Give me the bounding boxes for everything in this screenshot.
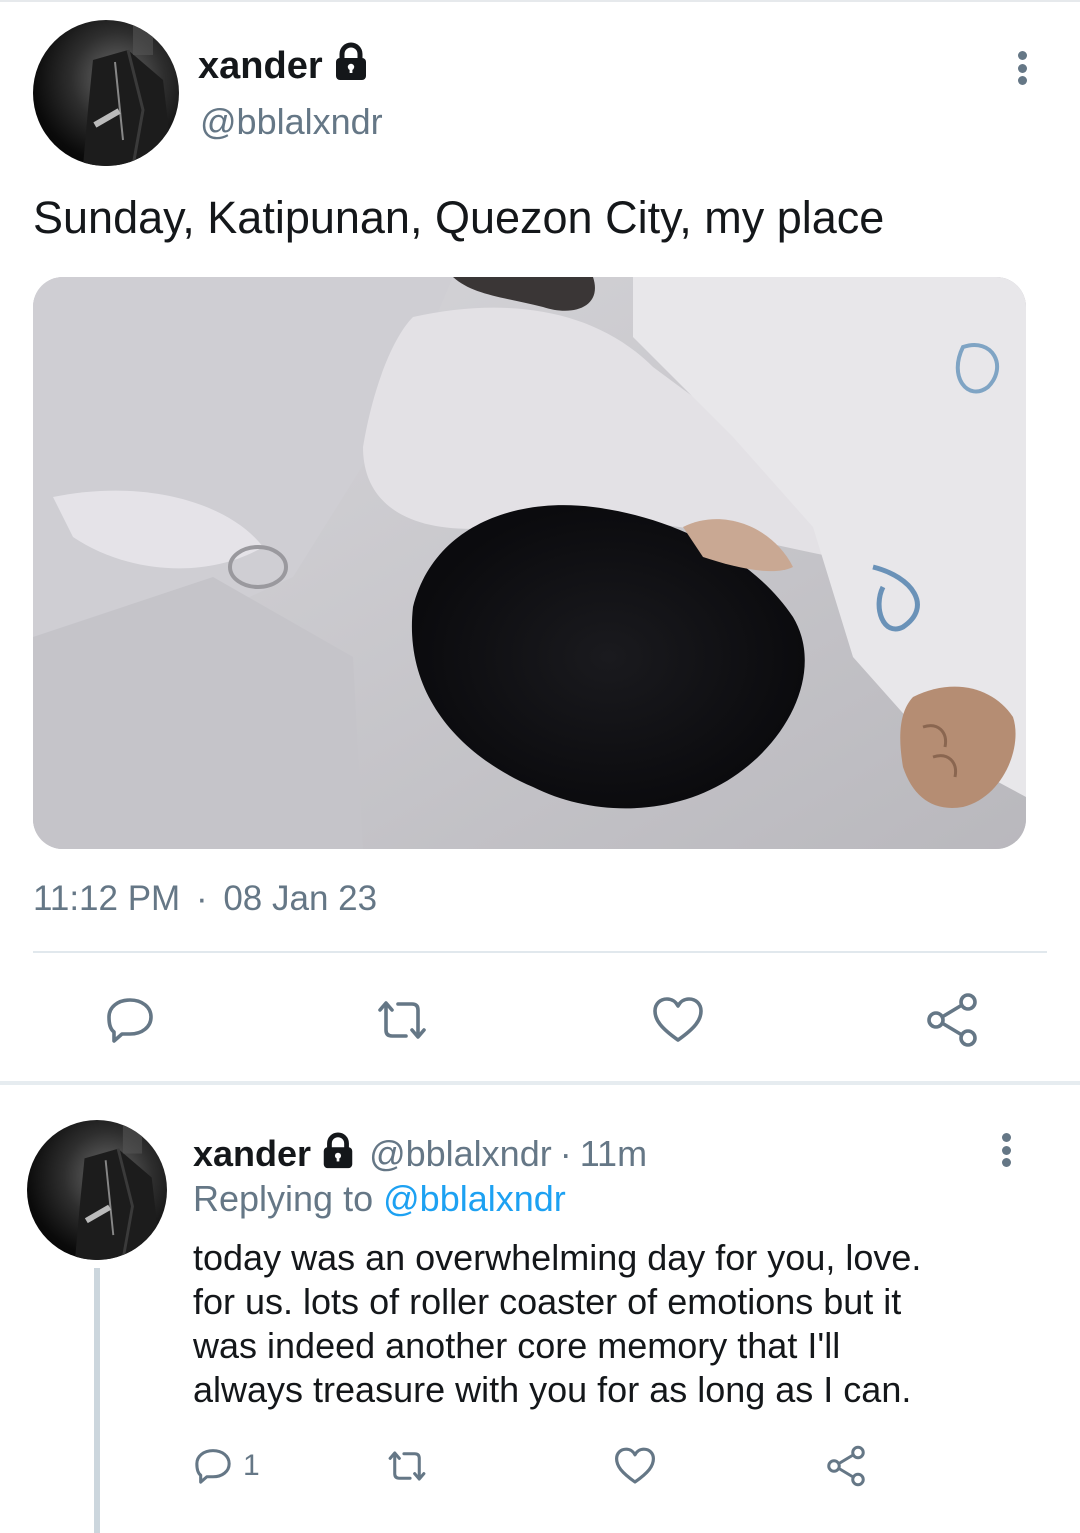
- author-handle[interactable]: @bblalxndr: [200, 104, 383, 140]
- author-name[interactable]: xander: [198, 42, 371, 89]
- timestamp-dot: ·: [195, 879, 208, 918]
- reply-text-line: for us. lots of roller coaster of emotio…: [193, 1281, 902, 1322]
- like-icon: [615, 1447, 655, 1484]
- reply-author-name[interactable]: xander: [193, 1135, 311, 1172]
- tweet-separator: [0, 1081, 1080, 1085]
- author-name-text[interactable]: xander: [198, 47, 323, 85]
- reply-retweet-button[interactable]: [382, 1446, 432, 1486]
- replying-to-prefix: Replying to: [193, 1178, 374, 1219]
- more-options-icon[interactable]: [1015, 51, 1029, 85]
- replying-to-handle-link[interactable]: @bblalxndr: [383, 1178, 566, 1219]
- reply-comment-button[interactable]: 1: [193, 1446, 260, 1486]
- reply-age: 11m: [579, 1132, 648, 1174]
- share-icon: [927, 993, 977, 1047]
- reply-dot: ·: [559, 1132, 572, 1174]
- reply-text: today was an overwhelming day for you, l…: [193, 1236, 1053, 1412]
- comment-icon: [107, 998, 153, 1043]
- lock-icon: [319, 1132, 357, 1175]
- reply-like-button[interactable]: [612, 1446, 658, 1486]
- comment-button[interactable]: [100, 990, 160, 1050]
- like-button[interactable]: [648, 990, 708, 1050]
- tweet-time: 11:12 PM: [33, 879, 181, 918]
- reply-more-options-icon[interactable]: [999, 1133, 1013, 1167]
- reply-count: 1: [243, 1449, 260, 1482]
- top-border: [0, 0, 1080, 2]
- reply-text-line: today was an overwhelming day for you, l…: [193, 1237, 922, 1278]
- actions-divider: [33, 951, 1047, 953]
- reply-author-avatar[interactable]: [27, 1120, 167, 1260]
- tweet-date: 08 Jan 23: [223, 879, 378, 918]
- reply-header: xander @bblalxndr · 11m: [193, 1132, 647, 1175]
- reply-share-button[interactable]: [822, 1445, 870, 1487]
- tweet-photo[interactable]: [33, 277, 1026, 849]
- retweet-icon: [378, 1001, 426, 1039]
- share-button[interactable]: [920, 990, 984, 1050]
- replying-to: Replying to @bblalxndr: [193, 1178, 566, 1220]
- retweet-button[interactable]: [370, 990, 434, 1050]
- tweet-text: Sunday, Katipunan, Quezon City, my place: [33, 192, 885, 243]
- tweet-timestamp[interactable]: 11:12 PM · 08 Jan 23: [33, 879, 377, 919]
- reply-text-line: was indeed another core memory that I'll: [193, 1325, 841, 1366]
- retweet-icon: [388, 1451, 426, 1481]
- lock-icon: [331, 42, 371, 89]
- author-avatar[interactable]: [33, 20, 179, 166]
- reply-author-handle[interactable]: @bblalxndr: [369, 1133, 552, 1175]
- comment-icon: [195, 1449, 231, 1484]
- share-icon: [827, 1445, 865, 1487]
- like-icon: [653, 997, 703, 1042]
- thread-line: [94, 1268, 100, 1533]
- reply-text-line: always treasure with you for as long as …: [193, 1369, 912, 1410]
